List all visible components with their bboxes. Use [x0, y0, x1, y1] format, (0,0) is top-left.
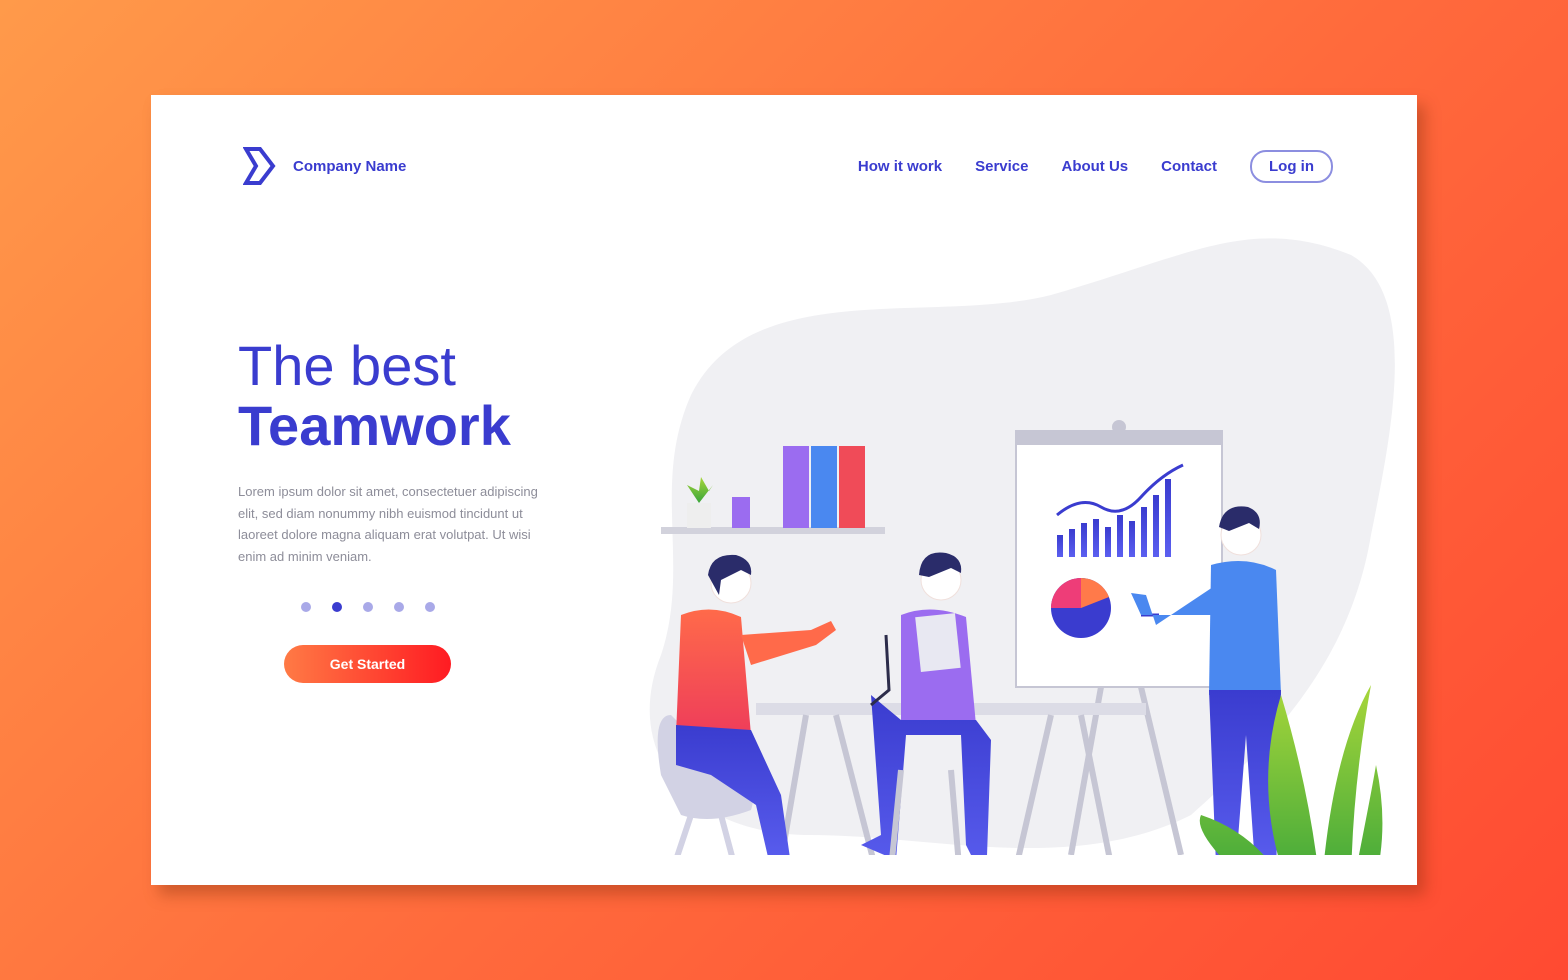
flipchart-board: [1015, 430, 1223, 688]
carousel-dot[interactable]: [301, 602, 311, 612]
binder: [783, 446, 809, 528]
carousel-dot[interactable]: [363, 602, 373, 612]
nav-how-it-work[interactable]: How it work: [858, 158, 942, 175]
brand[interactable]: Company Name: [243, 147, 406, 185]
binder: [839, 446, 865, 528]
hero-title-line1: The best: [238, 334, 456, 397]
nav-about-us[interactable]: About Us: [1061, 158, 1128, 175]
carousel-dots: [301, 602, 435, 612]
chevron-logo-icon: [243, 147, 276, 185]
top-nav: How it work Service About Us Contact Log…: [858, 150, 1333, 183]
nav-contact[interactable]: Contact: [1161, 158, 1217, 175]
login-button[interactable]: Log in: [1250, 150, 1333, 183]
carousel-dot[interactable]: [394, 602, 404, 612]
carousel-dot[interactable]: [425, 602, 435, 612]
hero-title-line2: Teamwork: [238, 394, 511, 457]
landing-page: Company Name How it work Service About U…: [151, 95, 1417, 885]
teamwork-illustration: [649, 238, 1395, 855]
carousel-dot-active[interactable]: [332, 602, 342, 612]
nav-service[interactable]: Service: [975, 158, 1028, 175]
get-started-button[interactable]: Get Started: [284, 645, 451, 683]
hero-description: Lorem ipsum dolor sit amet, consectetuer…: [238, 484, 538, 564]
binder: [811, 446, 837, 528]
shelf: [661, 527, 885, 534]
company-name: Company Name: [293, 157, 407, 175]
